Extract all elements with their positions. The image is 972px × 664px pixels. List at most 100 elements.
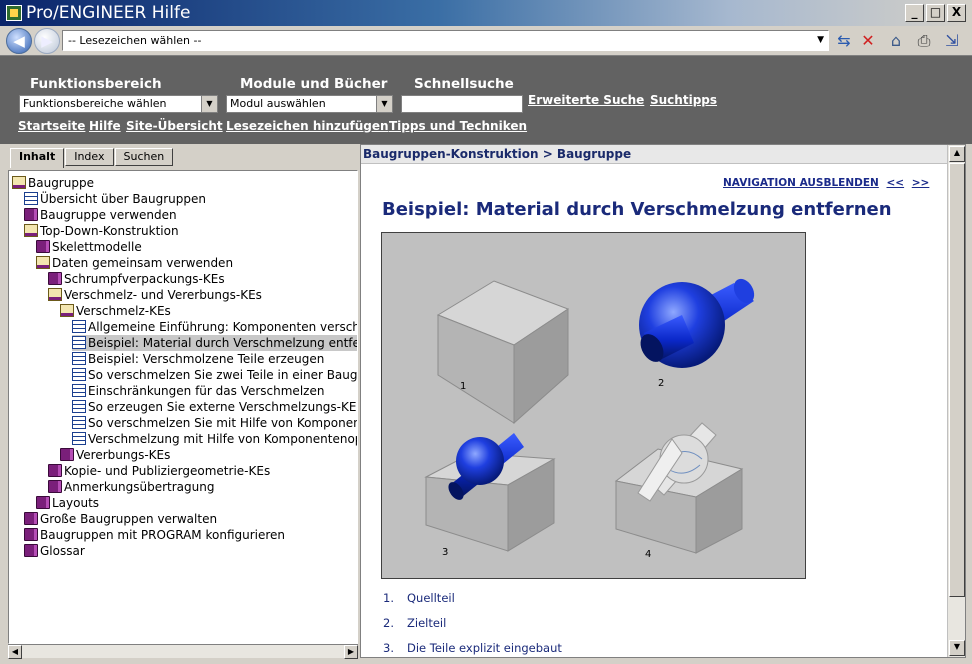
tree-item[interactable]: Baugruppe [12,175,94,191]
document-icon [72,336,86,349]
home-icon[interactable]: ⌂ [884,29,908,53]
tree-item[interactable]: Glossar [24,543,85,559]
block-part-1 [436,280,570,425]
document-icon [72,384,86,397]
tree-item[interactable]: Kopie- und Publiziergeometrie-KEs [48,463,270,479]
window-title: Pro/ENGINEER Hilfe [26,3,191,23]
tree-item[interactable]: Top-Down-Konstruktion [24,223,179,239]
open-book-icon [60,304,74,317]
tab-index[interactable]: Index [65,148,114,166]
module-select-value: Modul auswählen [230,97,326,110]
tree-item-label: Schrumpfverpackungs-KEs [64,272,225,286]
book-icon [60,448,74,461]
tree-item-label: Große Baugruppen verwalten [40,512,218,526]
step-text: Die Teile explizit eingebaut [407,641,562,655]
navigation-pane: Inhalt Index Suchen Baugruppe Übersicht ü… [6,144,360,659]
figure-label-2: 2 [658,378,665,389]
tree-item[interactable]: So verschmelzen Sie mit Hilfe von Kompon… [72,415,357,431]
add-bookmark-link[interactable]: Lesezeichen hinzufügen [226,119,389,133]
tree-item-label: Allgemeine Einführung: Komponenten versc… [88,320,358,334]
document-icon [72,432,86,445]
tree-item[interactable]: Verschmelz- und Vererbungs-KEs [48,287,262,303]
document-icon [72,352,86,365]
help-header: Funktionsbereich Funktionsbereiche wähle… [0,56,972,144]
figure-label-1: 1 [460,381,467,392]
close-button[interactable]: X [947,4,966,22]
tree-item-label: So verschmelzen Sie zwei Teile in einer … [88,368,358,382]
tree-item[interactable]: Baugruppen mit PROGRAM konfigurieren [24,527,285,543]
list-item: 3. Die Teile explizit eingebaut [383,641,562,655]
open-book-icon [12,176,26,189]
quick-search-input[interactable] [401,95,523,113]
next-page-link[interactable]: >> [912,177,930,189]
exit-icon[interactable]: ⇲ [940,29,964,53]
funktionsbereich-select[interactable]: Funktionsbereiche wählen ▼ [19,95,218,113]
scroll-left-icon[interactable]: ◀ [8,645,22,659]
tree-item[interactable]: Layouts [36,495,99,511]
print-icon[interactable]: ⎙ [912,29,936,53]
book-icon [36,240,50,253]
tree-item[interactable]: Verschmelz-KEs [60,303,171,319]
module-select[interactable]: Modul auswählen ▼ [226,95,393,113]
vertical-scrollbar[interactable]: ▲ ▼ [947,145,965,657]
minimize-button[interactable]: _ [905,4,924,22]
tree-item[interactable]: So erzeugen Sie externe Verschmelzungs-K… [72,399,357,415]
open-book-icon [36,256,50,269]
scroll-thumb[interactable] [949,163,965,597]
scroll-down-icon[interactable]: ▼ [949,640,965,656]
scroll-right-icon[interactable]: ▶ [344,645,358,659]
step-text: Quellteil [407,591,455,605]
stop-icon[interactable]: ✕ [856,29,880,53]
tree-item[interactable]: Schrumpfverpackungs-KEs [48,271,225,287]
book-icon [24,528,38,541]
tree-item[interactable]: Beispiel: Material durch Verschmelzung e… [72,335,357,351]
figure-label-3: 3 [442,547,449,558]
module-label: Module und Bücher [240,76,388,92]
hide-navigation-link[interactable]: NAVIGATION AUSBLENDEN [723,177,879,189]
tree-item[interactable]: Baugruppe verwenden [24,207,177,223]
forward-button[interactable]: ▶ [34,28,60,54]
help-link[interactable]: Hilfe [89,119,121,133]
toolbar: ◀ ▶ -- Lesezeichen wählen -- ▼ ⇆ ✕ ⌂ ⎙ ⇲ [0,26,972,56]
previous-page-link[interactable]: << [886,177,904,189]
open-book-icon [24,224,38,237]
tab-suchen[interactable]: Suchen [114,148,174,166]
document-icon [24,192,38,205]
tree-item[interactable]: Vererbungs-KEs [60,447,170,463]
sync-icon[interactable]: ⇆ [832,29,856,53]
book-icon [36,496,50,509]
step-text: Zielteil [407,616,447,630]
funktionsbereich-label: Funktionsbereich [30,76,162,92]
open-book-icon [48,288,62,301]
tips-link[interactable]: Tipps und Techniken [389,119,527,133]
schnellsuche-label: Schnellsuche [414,76,514,92]
tree-item[interactable]: So verschmelzen Sie zwei Teile in einer … [72,367,358,383]
content-pane: Baugruppen-Konstruktion > Baugruppe NAVI… [360,144,966,658]
tree-item[interactable]: Skelettmodelle [36,239,142,255]
tree-item-label: Verschmelz- und Vererbungs-KEs [64,288,262,302]
tree-item-label: Baugruppe verwenden [40,208,177,222]
horizontal-scrollbar[interactable]: ◀ ▶ [8,644,358,659]
tree-item[interactable]: Beispiel: Verschmolzene Teile erzeugen [72,351,324,367]
tree-item-label: Daten gemeinsam verwenden [52,256,234,270]
list-item: 2. Zielteil [383,616,446,630]
tree-item[interactable]: Verschmelzung mit Hilfe von Komponenteno… [72,431,357,447]
tree-item-label: Anmerkungsübertragung [64,480,215,494]
bookmark-select[interactable]: -- Lesezeichen wählen -- ▼ [62,30,829,51]
tree-item[interactable]: Allgemeine Einführung: Komponenten versc… [72,319,358,335]
tree-item-label: Top-Down-Konstruktion [40,224,179,238]
tree-item[interactable]: Übersicht über Baugruppen [24,191,206,207]
tree-item[interactable]: Einschränkungen für das Verschmelzen [72,383,324,399]
tree-item[interactable]: Große Baugruppen verwalten [24,511,217,527]
scroll-up-icon[interactable]: ▲ [949,146,965,162]
merge-illustration [424,278,755,554]
tree-item[interactable]: Anmerkungsübertragung [48,479,214,495]
back-button[interactable]: ◀ [6,28,32,54]
tree-item[interactable]: Daten gemeinsam verwenden [36,255,233,271]
maximize-button[interactable]: □ [926,4,945,22]
home-link[interactable]: Startseite [18,119,85,133]
advanced-search-link[interactable]: Erweiterte Suche [528,93,644,107]
tab-inhalt[interactable]: Inhalt [10,148,65,168]
sitemap-link[interactable]: Site-Übersicht [126,119,223,133]
search-tips-link[interactable]: Suchtipps [650,93,717,107]
